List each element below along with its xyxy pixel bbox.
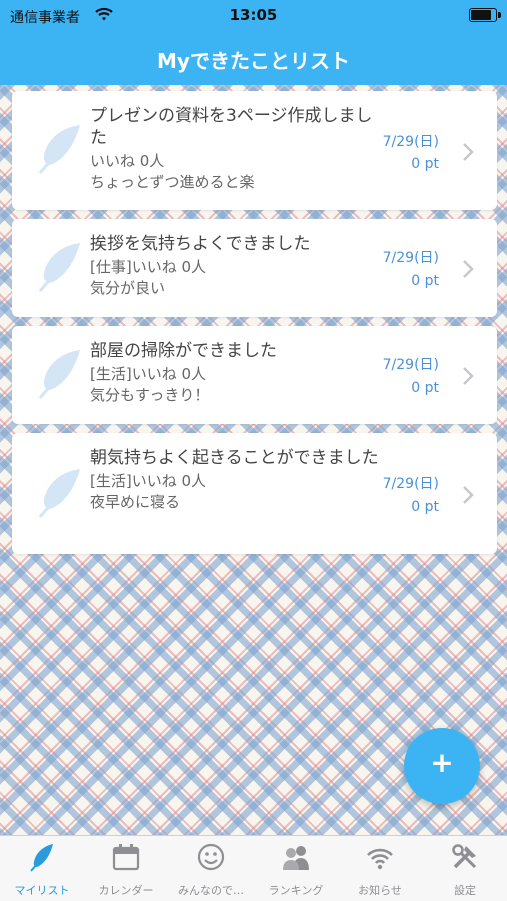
- tab-mylist[interactable]: マイリスト: [0, 836, 84, 901]
- chevron-right-icon: [463, 367, 474, 385]
- clock: 13:05: [229, 6, 278, 24]
- item-comment: 気分もすっきり！: [90, 386, 210, 404]
- tab-label: みんなので…: [178, 884, 244, 897]
- chevron-right-icon: [463, 143, 474, 161]
- tab-label: 設定: [454, 884, 476, 897]
- item-title: 部屋の掃除ができました: [90, 341, 277, 361]
- item-points: 0 pt: [411, 156, 439, 172]
- tab-label: カレンダー: [98, 884, 154, 897]
- item-points: 0 pt: [411, 499, 439, 515]
- smiley-icon: [197, 843, 225, 871]
- plus-icon: +: [430, 746, 454, 779]
- tab-bar: マイリスト カレンダー みんなので… ランキング お知らせ 設定: [0, 835, 507, 901]
- status-bar: 通信事業者 13:05: [0, 0, 507, 32]
- tab-settings[interactable]: 設定: [423, 836, 507, 901]
- nav-bar: Myできたことリスト: [0, 32, 507, 85]
- list-item[interactable]: 挨拶を気持ちよくできました [仕事]いいね 0人 気分が良い 7/29(日) 0…: [12, 219, 497, 317]
- item-date: 7/29(日): [382, 250, 439, 266]
- feather-icon: [30, 844, 53, 872]
- item-meta: [仕事]いいね 0人: [90, 258, 207, 276]
- feather-icon: [38, 469, 80, 518]
- feather-icon: [38, 350, 80, 399]
- people-icon: [283, 846, 309, 870]
- item-meta: [生活]いいね 0人: [90, 365, 207, 383]
- wifi-icon: [367, 848, 393, 870]
- item-meta: いいね 0人: [90, 152, 165, 170]
- item-comment: 気分が良い: [90, 279, 166, 297]
- chevron-right-icon: [463, 486, 474, 504]
- item-comment: ちょっとずつ進めると楽: [90, 173, 255, 191]
- achievement-list: プレゼンの資料を3ページ作成しました いいね 0人 ちょっとずつ進めると楽 7/…: [12, 91, 497, 563]
- item-title: プレゼンの資料を3ページ作成しました: [90, 106, 373, 148]
- tab-news[interactable]: お知らせ: [338, 836, 422, 901]
- feather-icon: [38, 243, 80, 292]
- item-meta: [生活]いいね 0人: [90, 472, 207, 490]
- item-points: 0 pt: [411, 273, 439, 289]
- tab-label: お知らせ: [358, 884, 402, 897]
- chevron-right-icon: [463, 260, 474, 278]
- list-item[interactable]: 部屋の掃除ができました [生活]いいね 0人 気分もすっきり！ 7/29(日) …: [12, 326, 497, 424]
- calendar-icon: [112, 844, 140, 871]
- item-title: 朝気持ちよく起きることができました: [90, 448, 379, 468]
- item-date: 7/29(日): [382, 476, 439, 492]
- page-title: Myできたことリスト: [157, 49, 350, 73]
- item-points: 0 pt: [411, 380, 439, 396]
- list-item[interactable]: プレゼンの資料を3ページ作成しました いいね 0人 ちょっとずつ進めると楽 7/…: [12, 91, 497, 210]
- tab-calendar[interactable]: カレンダー: [84, 836, 168, 901]
- tab-everyone[interactable]: みんなので…: [169, 836, 253, 901]
- tab-ranking[interactable]: ランキング: [254, 836, 338, 901]
- tab-label: ランキング: [268, 884, 324, 897]
- tab-label: マイリスト: [14, 884, 70, 897]
- item-date: 7/29(日): [382, 357, 439, 373]
- feather-icon: [38, 125, 80, 174]
- battery-icon: [469, 8, 501, 22]
- tools-icon: [452, 844, 477, 869]
- item-title: 挨拶を気持ちよくできました: [90, 234, 311, 254]
- list-item[interactable]: 朝気持ちよく起きることができました [生活]いいね 0人 夜早めに寝る 7/29…: [12, 433, 497, 554]
- item-date: 7/29(日): [382, 134, 439, 150]
- item-comment: 夜早めに寝る: [90, 493, 181, 511]
- add-button[interactable]: +: [404, 728, 480, 804]
